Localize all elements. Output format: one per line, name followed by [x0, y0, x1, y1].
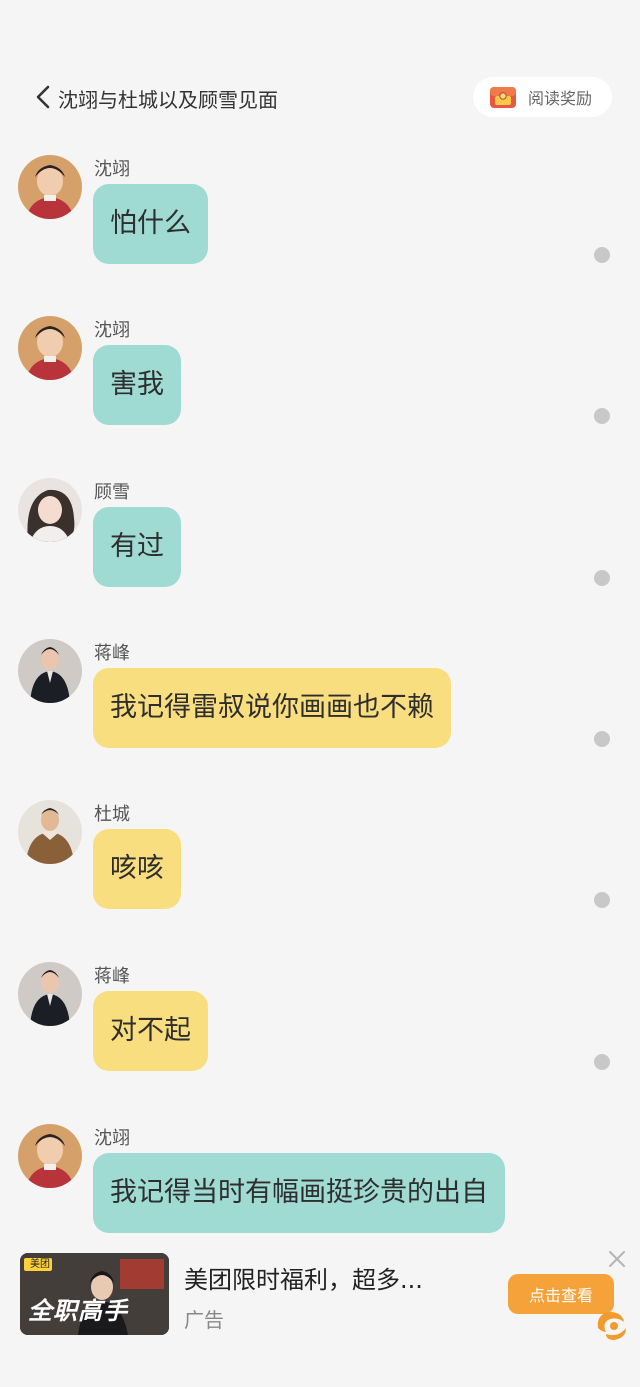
message-bubble[interactable]: 害我	[93, 345, 181, 425]
ad-label: 广告	[184, 1308, 224, 1332]
sender-name: 杜城	[94, 804, 130, 825]
ad-banner[interactable]: 美团 全职高手 美团限时福利，超多... 广告 点击查看	[0, 1236, 640, 1387]
avatar[interactable]	[18, 155, 82, 219]
ad-close-button[interactable]	[606, 1248, 628, 1270]
ad-title[interactable]: 美团限时福利，超多...	[184, 1260, 423, 1295]
more-dot[interactable]	[594, 570, 610, 586]
avatar[interactable]	[18, 1124, 82, 1188]
message-bubble[interactable]: 我记得雷叔说你画画也不赖	[93, 668, 451, 748]
message-bubble[interactable]: 对不起	[93, 991, 208, 1071]
more-dot[interactable]	[594, 731, 610, 747]
reading-reward-label: 阅读奖励	[528, 89, 593, 108]
gift-box-icon	[490, 87, 516, 108]
chevron-left-icon	[36, 85, 50, 109]
sender-name: 顾雪	[94, 482, 130, 503]
message-bubble[interactable]: 怕什么	[93, 184, 208, 264]
avatar[interactable]	[18, 639, 82, 703]
sender-name: 沈翊	[94, 1128, 130, 1149]
avatar[interactable]	[18, 962, 82, 1026]
chapter-title: 沈翊与杜城以及顾雪见面	[58, 88, 278, 112]
message-bubble[interactable]: 我记得当时有幅画挺珍贵的出自	[93, 1153, 505, 1233]
chat-header: 沈翊与杜城以及顾雪见面 阅读奖励	[0, 70, 640, 126]
message-bubble[interactable]: 有过	[93, 507, 181, 587]
avatar[interactable]	[18, 800, 82, 864]
more-dot[interactable]	[594, 1054, 610, 1070]
reading-reward-button[interactable]: 阅读奖励	[473, 77, 612, 117]
sender-name: 蒋峰	[94, 643, 130, 664]
brand-logo-icon	[597, 1312, 626, 1340]
back-button[interactable]	[30, 82, 56, 112]
avatar[interactable]	[18, 478, 82, 542]
sender-name: 沈翊	[94, 159, 130, 180]
message-bubble[interactable]: 咳咳	[93, 829, 181, 909]
sender-name: 蒋峰	[94, 966, 130, 987]
ad-thumb-brand: 美团	[30, 1259, 50, 1270]
avatar[interactable]	[18, 316, 82, 380]
more-dot[interactable]	[594, 247, 610, 263]
ad-thumb-caption: 全职高手	[28, 1296, 128, 1325]
sender-name: 沈翊	[94, 320, 130, 341]
ad-thumbnail[interactable]: 美团 全职高手	[20, 1253, 169, 1335]
more-dot[interactable]	[594, 408, 610, 424]
more-dot[interactable]	[594, 892, 610, 908]
close-icon	[609, 1251, 625, 1267]
